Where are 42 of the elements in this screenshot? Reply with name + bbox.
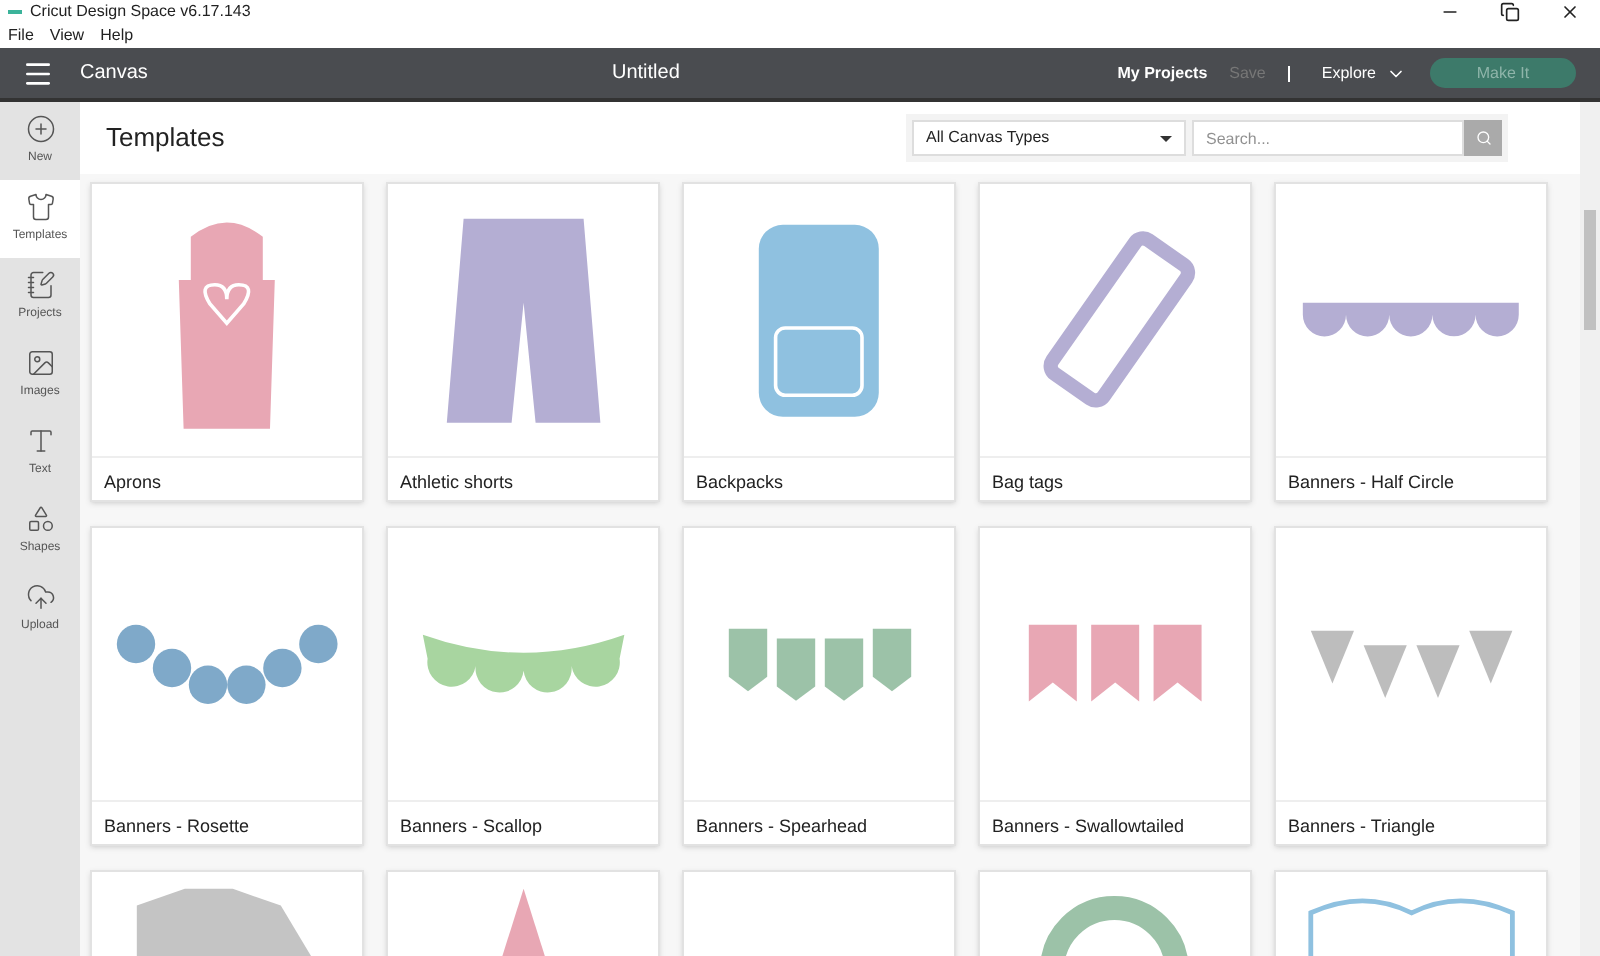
my-projects-link[interactable]: My Projects <box>1117 61 1208 85</box>
projects-icon <box>25 270 55 300</box>
template-name: Backpacks <box>694 470 786 496</box>
template-name: Banners - Scallop <box>398 814 545 840</box>
search-button[interactable] <box>1464 120 1502 156</box>
search-icon <box>1475 130 1491 146</box>
canvas-type-dropdown[interactable]: All Canvas Types <box>912 120 1186 156</box>
section-title: Canvas <box>80 60 148 88</box>
template-card[interactable]: Backpacks <box>682 182 956 502</box>
template-name: Aprons <box>102 470 164 496</box>
scrollbar-thumb[interactable] <box>1584 210 1596 330</box>
menu-item[interactable]: View <box>49 24 85 48</box>
window-title: Cricut Design Space v6.17.143 <box>30 0 251 24</box>
menu-icon[interactable] <box>22 57 54 89</box>
new-icon <box>25 114 55 144</box>
template-name: Banners - Rosette <box>102 814 252 840</box>
template-name: Athletic shorts <box>398 470 516 496</box>
upload-icon <box>25 582 55 612</box>
menu-item[interactable]: File <box>8 24 34 48</box>
template-card[interactable]: Banners - Spearhead <box>682 526 956 846</box>
template-card[interactable]: Banners - Rosette <box>90 526 364 846</box>
templates-icon <box>25 192 55 222</box>
template-card[interactable]: Banners - Half Circle <box>1274 182 1548 502</box>
menu-item[interactable]: Help <box>100 24 134 48</box>
template-name: Banners - Triangle <box>1286 814 1438 840</box>
shapes-icon <box>25 504 55 534</box>
explore-menu[interactable]: Explore <box>1321 61 1406 85</box>
search-field[interactable]: Search... <box>1192 120 1464 156</box>
text-icon <box>25 426 55 456</box>
template-name: Banners - Swallowtailed <box>990 814 1187 840</box>
images-icon <box>25 348 55 378</box>
template-card[interactable]: Banners - Triangle <box>1274 526 1548 846</box>
template-card[interactable]: Bag tags <box>978 182 1252 502</box>
page-title: Templates <box>106 120 225 157</box>
document-title: Untitled <box>612 60 680 88</box>
template-card[interactable]: Athletic shorts <box>386 182 660 502</box>
template-name: Banners - Half Circle <box>1286 470 1457 496</box>
template-card[interactable]: Banners - Swallowtailed <box>978 526 1252 846</box>
template-name: Banners - Spearhead <box>694 814 870 840</box>
template-name: Bag tags <box>990 470 1066 496</box>
template-card[interactable]: Aprons <box>90 182 364 502</box>
template-card[interactable]: Banners - Scallop <box>386 526 660 846</box>
